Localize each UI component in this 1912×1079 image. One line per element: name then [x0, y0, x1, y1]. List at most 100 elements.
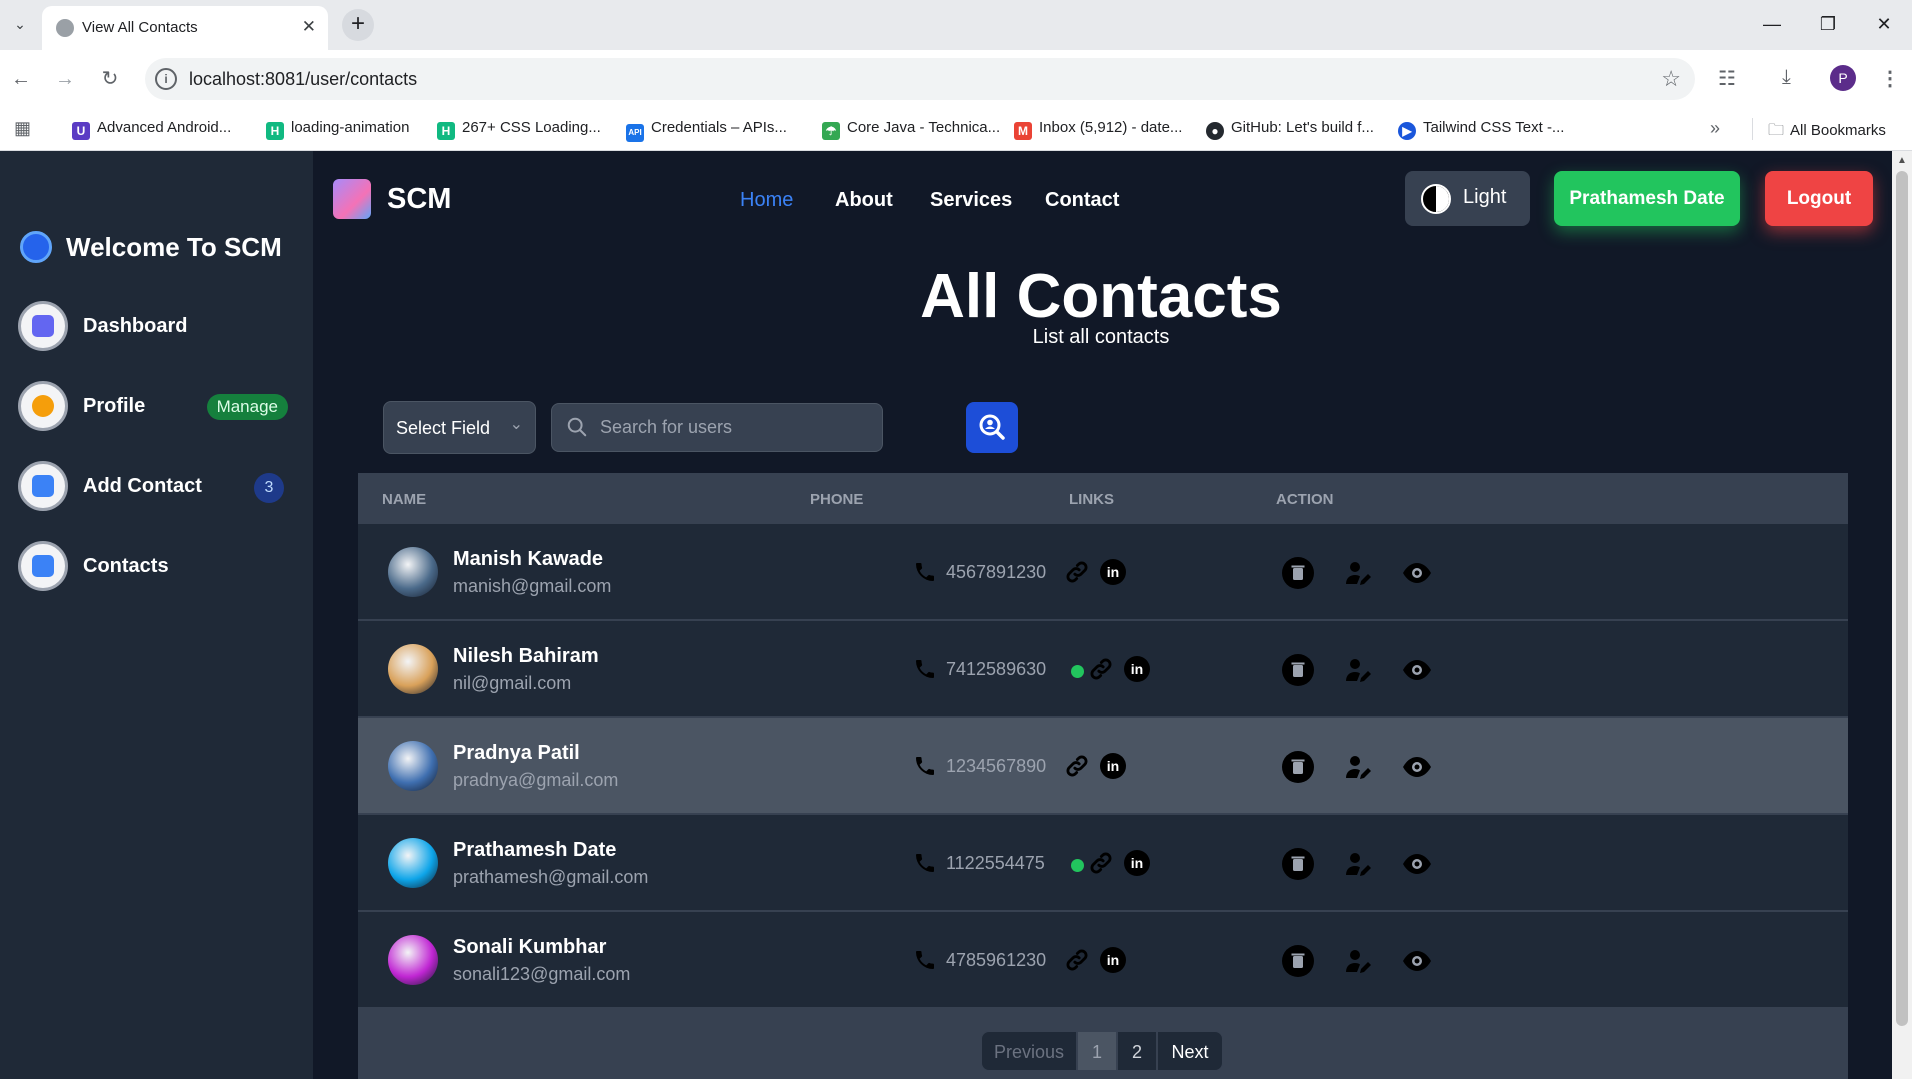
api-icon: API [626, 124, 644, 142]
back-icon[interactable]: ← [8, 66, 34, 92]
h-icon: H [437, 122, 455, 140]
page-2-button[interactable]: 2 [1117, 1031, 1157, 1071]
delete-contact-icon[interactable] [1282, 557, 1314, 589]
browser-tab[interactable]: View All Contacts ✕ [42, 6, 328, 50]
navbar-brand[interactable]: SCM [387, 183, 451, 216]
search-button[interactable] [966, 402, 1018, 453]
all-bookmarks-label: All Bookmarks [1790, 122, 1886, 139]
reload-icon[interactable]: ↻ [97, 66, 123, 92]
delete-contact-icon[interactable] [1282, 848, 1314, 880]
page-1-button[interactable]: 1 [1077, 1031, 1117, 1071]
address-bar[interactable]: i localhost:8081/user/contacts ☆ [145, 58, 1695, 100]
sidebar-item-contacts[interactable]: Contacts [18, 541, 288, 593]
delete-contact-icon[interactable] [1282, 945, 1314, 977]
website-link-icon[interactable] [1064, 753, 1090, 779]
scroll-up-icon[interactable]: ▲ [1897, 155, 1907, 166]
search-input[interactable] [600, 404, 870, 451]
edit-contact-icon[interactable] [1342, 654, 1374, 686]
download-icon[interactable]: ⤓ [1782, 66, 1791, 89]
window-close-icon[interactable]: ✕ [1868, 10, 1900, 38]
bookmark-item[interactable]: H 267+ CSS Loading... [437, 119, 601, 140]
bookmark-item[interactable]: Hloading-animation [266, 119, 409, 140]
website-link-icon[interactable] [1088, 656, 1114, 682]
restore-icon[interactable]: ❐ [1812, 10, 1844, 38]
sidebar-item-profile[interactable]: Profile Manage [18, 381, 288, 433]
all-bookmarks-button[interactable]: 🗀 All Bookmarks [1768, 119, 1886, 146]
apps-grid-icon[interactable]: ▦ [14, 118, 31, 139]
search-box[interactable] [551, 403, 883, 452]
minimize-icon[interactable]: — [1756, 10, 1788, 38]
contact-avatar [388, 644, 438, 694]
contact-phone: 1122554475 [946, 853, 1045, 873]
linkedin-icon[interactable]: in [1124, 656, 1150, 682]
edit-contact-icon[interactable] [1342, 848, 1374, 880]
main-content: SCM Home About Services Contact Light Pr… [313, 151, 1892, 1079]
tab-search-chevron-icon[interactable]: ⌄ [8, 12, 32, 36]
website-link-icon[interactable] [1064, 947, 1090, 973]
theme-toggle-button[interactable]: Light [1405, 171, 1530, 226]
add-contact-icon [18, 461, 68, 511]
browser-menu-icon[interactable]: ⋮ [1880, 66, 1900, 91]
nav-link-about[interactable]: About [835, 189, 893, 212]
view-contact-icon[interactable] [1401, 654, 1433, 686]
sidebar-item-add-contact[interactable]: Add Contact 3 [18, 461, 288, 513]
profile-icon [18, 381, 68, 431]
bookmark-item[interactable]: ● GitHub: Let's build f... [1206, 119, 1374, 140]
chevron-down-icon: ⌄ [509, 416, 523, 433]
table-row[interactable]: Prathamesh Date prathamesh@gmail.com 11225… [358, 814, 1848, 910]
view-contact-icon[interactable] [1401, 557, 1433, 589]
github-icon: ● [1206, 122, 1224, 140]
site-info-icon[interactable]: i [155, 68, 177, 90]
bookmark-item[interactable]: M Inbox (5,912) - date... [1014, 119, 1182, 140]
forward-icon[interactable]: → [52, 66, 78, 92]
edit-contact-icon[interactable] [1342, 945, 1374, 977]
view-contact-icon[interactable] [1401, 945, 1433, 977]
close-tab-icon[interactable]: ✕ [302, 17, 316, 37]
bookmark-item[interactable]: U Advanced Android... [72, 119, 231, 140]
bookmark-star-icon[interactable]: ☆ [1661, 66, 1681, 92]
nav-link-contact[interactable]: Contact [1045, 189, 1119, 212]
bookmark-item[interactable]: ☂ Core Java - Technica... [822, 119, 1000, 140]
linkedin-icon[interactable]: in [1100, 753, 1126, 779]
table-row[interactable]: Sonali Kumbhar sonali123@gmail.com 4785961… [358, 911, 1848, 1007]
contact-email: prathamesh@gmail.com [453, 867, 649, 887]
contacts-table: NAME PHONE LINKS ACTION Manish Kawade man… [358, 473, 1848, 1079]
sidebar-brand[interactable]: Welcome To SCM [20, 231, 282, 263]
phone-icon [913, 851, 937, 875]
contact-name: Nilesh Bahiram [453, 645, 599, 667]
scroll-thumb[interactable] [1896, 171, 1908, 1026]
delete-contact-icon[interactable] [1282, 751, 1314, 783]
previous-page-button[interactable]: Previous [981, 1031, 1077, 1071]
bookmark-item[interactable]: API Credentials – APIs... [626, 119, 787, 142]
linkedin-icon[interactable]: in [1124, 850, 1150, 876]
nav-link-services[interactable]: Services [930, 189, 1012, 212]
edit-contact-icon[interactable] [1342, 557, 1374, 589]
view-contact-icon[interactable] [1401, 751, 1433, 783]
page-scrollbar[interactable]: ▲ [1892, 151, 1912, 1079]
user-search-icon [979, 414, 1005, 440]
linkedin-icon[interactable]: in [1100, 559, 1126, 585]
user-profile-button[interactable]: Prathamesh Date [1554, 171, 1740, 226]
table-row[interactable]: Nilesh Bahiram nil@gmail.com 7412589630 in [358, 620, 1848, 716]
column-header-name: NAME [382, 491, 427, 508]
linkedin-icon[interactable]: in [1100, 947, 1126, 973]
table-row[interactable]: Pradnya Patil pradnya@gmail.com 1234567890… [358, 717, 1848, 813]
field-select[interactable]: Select Field ⌄ [383, 401, 536, 454]
bookmark-label: 267+ CSS Loading... [462, 119, 601, 136]
delete-contact-icon[interactable] [1282, 654, 1314, 686]
sidebar-item-dashboard[interactable]: Dashboard [18, 301, 288, 353]
profile-avatar[interactable]: P [1830, 65, 1856, 91]
website-link-icon[interactable] [1064, 559, 1090, 585]
url-text[interactable]: localhost:8081/user/contacts [189, 69, 417, 90]
table-row[interactable]: Manish Kawade manish@gmail.com 4567891230 i… [358, 523, 1848, 619]
nav-link-home[interactable]: Home [740, 189, 793, 212]
view-contact-icon[interactable] [1401, 848, 1433, 880]
next-page-button[interactable]: Next [1157, 1031, 1223, 1071]
logout-button[interactable]: Logout [1765, 171, 1873, 226]
extensions-icon[interactable]: ☷ [1718, 66, 1736, 91]
edit-contact-icon[interactable] [1342, 751, 1374, 783]
more-bookmarks-icon[interactable]: » [1710, 118, 1720, 139]
website-link-icon[interactable] [1088, 850, 1114, 876]
bookmark-item[interactable]: ▶ Tailwind CSS Text -... [1398, 119, 1564, 140]
new-tab-button[interactable]: + [342, 9, 374, 41]
